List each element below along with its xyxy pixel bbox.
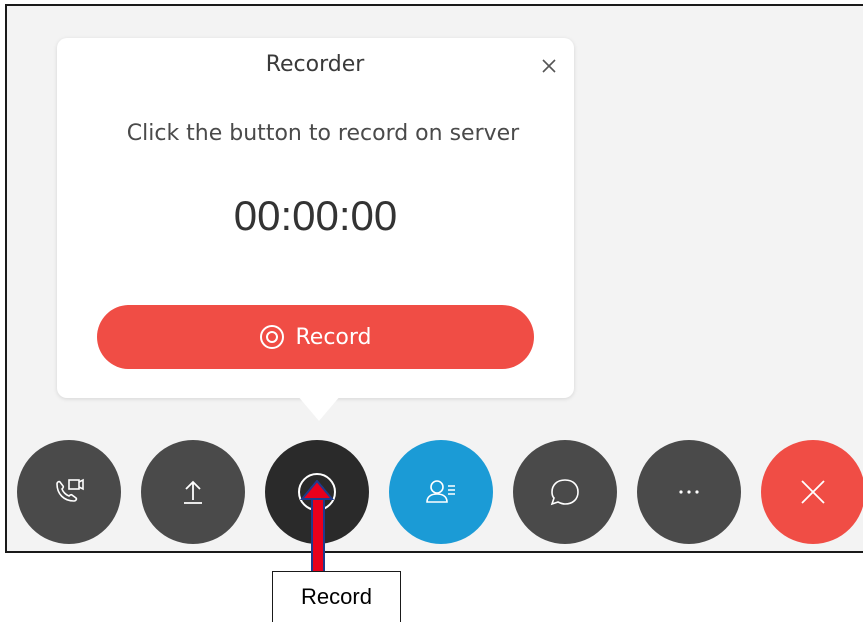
end-call-button[interactable] xyxy=(761,440,863,544)
chat-button[interactable] xyxy=(513,440,617,544)
close-icon xyxy=(801,480,825,504)
annotation-callout: Record xyxy=(272,571,401,622)
upload-icon xyxy=(184,480,202,504)
close-button[interactable] xyxy=(535,52,563,80)
annotation-callout-label: Record xyxy=(301,584,372,609)
record-action-button[interactable]: Record xyxy=(97,305,534,369)
annotation-arrow-head xyxy=(300,480,334,500)
participants-button[interactable] xyxy=(389,440,493,544)
record-icon xyxy=(260,325,285,349)
popup-pointer xyxy=(297,395,341,421)
more-icon xyxy=(679,490,699,494)
phone-video-icon xyxy=(56,478,84,502)
more-button[interactable] xyxy=(637,440,741,544)
chat-bubble-icon xyxy=(550,479,579,506)
participants-list-icon xyxy=(426,480,455,503)
share-button[interactable] xyxy=(141,440,245,544)
recording-timer: 00:00:00 xyxy=(233,192,398,239)
call-video-button[interactable] xyxy=(17,440,121,544)
record-action-label: Record xyxy=(295,324,372,350)
close-icon xyxy=(542,59,556,73)
annotation-arrow-shaft xyxy=(311,492,325,576)
recorder-instruction: Click the button to record on server xyxy=(126,121,520,146)
